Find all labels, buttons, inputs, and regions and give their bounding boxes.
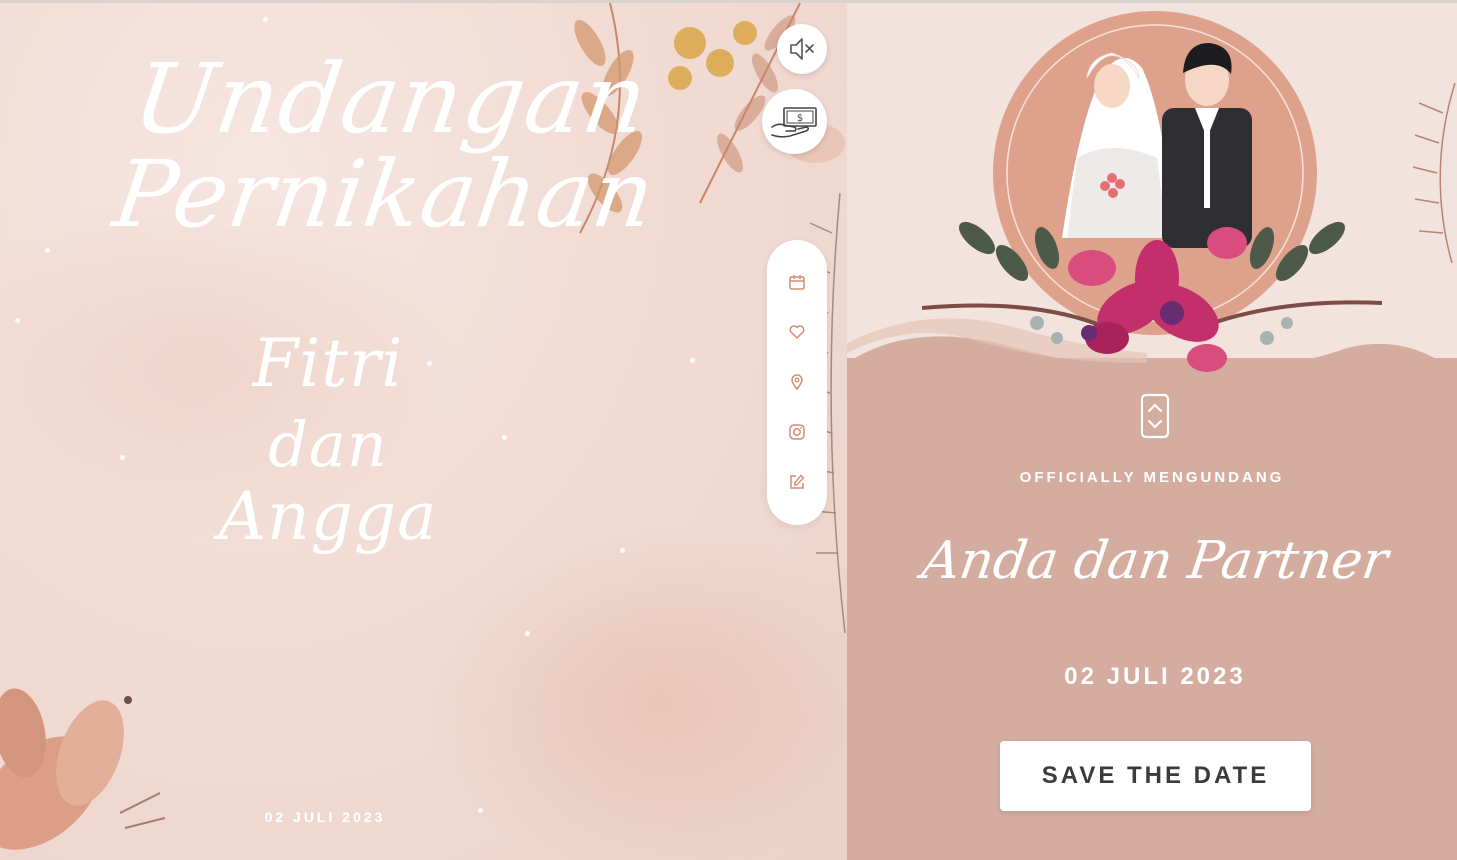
officially-inviting-text: OFFICIALLY MENGUNDANG: [1019, 469, 1285, 486]
instagram-icon: [789, 424, 805, 440]
nav-location[interactable]: [785, 370, 809, 394]
nav-calendar[interactable]: [785, 270, 809, 294]
bride-name: Fitri: [252, 325, 404, 402]
title-undangan: Undangan: [127, 43, 655, 155]
wedding-date: 02 JULI 2023: [1064, 663, 1246, 690]
nav-instagram[interactable]: [785, 420, 809, 444]
name-conjunction: dan: [268, 408, 388, 481]
scroll-updown-icon: [1140, 393, 1170, 439]
nav-couple[interactable]: [785, 320, 809, 344]
save-the-date-button[interactable]: SAVE THE DATE: [1000, 741, 1311, 811]
leaves-decoration-icon: [1412, 83, 1456, 263]
flower-decoration-icon: [0, 688, 166, 850]
couple-illustration: [921, 11, 1383, 372]
money-gift-icon: $: [770, 106, 817, 138]
title-pernikahan: Pernikahan: [107, 141, 662, 248]
guest-name: Anda dan Partner: [918, 531, 1392, 591]
edit-note-icon: [790, 474, 805, 489]
side-navigation: [767, 240, 827, 525]
groom-name: Angga: [218, 478, 438, 555]
invitation-panel: OFFICIALLY MENGUNDANG Anda dan Partner 0…: [847, 3, 1457, 860]
location-pin-icon: [791, 374, 803, 391]
cover-panel: Undangan Pernikahan Fitri dan Angga 02 J…: [0, 3, 847, 860]
svg-text:$: $: [796, 113, 802, 124]
mute-button[interactable]: [777, 24, 827, 74]
gift-button[interactable]: $: [762, 89, 827, 154]
nav-guestbook[interactable]: [785, 470, 809, 494]
calendar-icon: [789, 275, 805, 290]
speaker-muted-icon: [790, 38, 814, 60]
heart-icon: [789, 325, 805, 339]
cover-date: 02 JULI 2023: [264, 809, 386, 825]
